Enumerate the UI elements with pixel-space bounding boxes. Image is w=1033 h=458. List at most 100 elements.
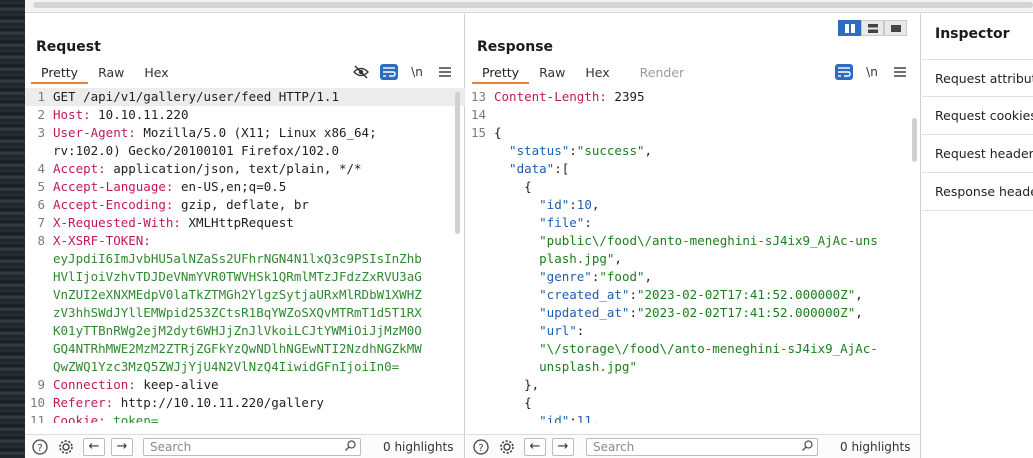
code-token: , xyxy=(644,143,653,158)
gear-icon[interactable] xyxy=(498,439,516,455)
newline-icon[interactable]: \n xyxy=(408,64,426,80)
code-token: "2023-02-02T17:41:52.000000Z" xyxy=(637,305,856,320)
response-line: 14 xyxy=(466,106,911,124)
inspector-item-request-headers[interactable]: Request headers xyxy=(922,135,1033,173)
line-code: "status":"success", xyxy=(494,142,652,160)
response-editor[interactable]: 13 Content-Length: 2395 14 15{ "status":"su… xyxy=(466,88,911,423)
code-token: keep-alive xyxy=(143,377,219,392)
line-code: VnZUI2eXNXMEdpV0laTkZTMGh2YlgzSytjaURxMl… xyxy=(53,286,422,304)
search-placeholder: Search xyxy=(593,440,635,454)
menu-icon[interactable] xyxy=(436,64,454,80)
wrap-icon[interactable] xyxy=(835,64,853,80)
request-line: 11 Cookie: token= xyxy=(25,412,465,423)
response-tab-raw[interactable]: Raw xyxy=(529,64,575,84)
request-scrollbar[interactable] xyxy=(455,92,460,234)
code-token: Cookie: xyxy=(53,413,114,423)
code-token: : xyxy=(629,287,637,302)
code-token: application/json, text/plain, */* xyxy=(113,161,362,176)
code-token: "updated_at" xyxy=(494,305,630,320)
line-code: "created_at":"2023-02-02T17:41:52.000000… xyxy=(494,286,863,304)
top-scroll-thumb[interactable] xyxy=(33,2,1033,8)
code-token: Mozilla/5.0 (X11; Linux x86_64; xyxy=(143,125,377,140)
response-scrollbar[interactable] xyxy=(912,118,917,162)
next-button[interactable]: → xyxy=(552,438,574,456)
wrap-icon[interactable] xyxy=(380,64,398,80)
request-title: Request xyxy=(36,39,101,55)
response-line: "updated_at":"2023-02-02T17:41:52.000000… xyxy=(466,304,911,322)
code-token: "2023-02-02T17:41:52.000000Z" xyxy=(637,287,856,302)
request-tab-raw[interactable]: Raw xyxy=(88,64,134,84)
help-icon[interactable]: ? xyxy=(31,439,49,455)
help-icon[interactable]: ? xyxy=(472,439,490,455)
response-line: { xyxy=(466,178,911,196)
response-bottom-bar: ? ← → Search 0 highlights xyxy=(466,434,920,458)
code-token: "id" xyxy=(494,413,570,423)
prev-button[interactable]: ← xyxy=(524,438,546,456)
request-editor[interactable]: 1 GET /api/v1/gallery/user/feed HTTP/1.1 2… xyxy=(25,88,465,423)
inspector-item-response-headers[interactable]: Response headers xyxy=(922,173,1033,211)
code-token: Accept: xyxy=(53,161,114,176)
response-line: "status":"success", xyxy=(466,142,911,160)
code-token: Accept-Language: xyxy=(53,179,181,194)
request-tab-hex[interactable]: Hex xyxy=(134,64,178,84)
code-token: { xyxy=(494,395,532,410)
request-line: 8 X-XSRF-TOKEN: xyxy=(25,232,465,250)
code-token: unsplash.jpg" xyxy=(494,359,637,374)
line-code: "file": xyxy=(494,214,592,232)
response-highlights-count: 0 highlights xyxy=(840,440,911,454)
code-token: "success" xyxy=(576,143,645,158)
inspector-item-request-attributes[interactable]: Request attributes xyxy=(922,59,1033,97)
request-line: QwZWQ1Yzc3MzQ5ZWJjYjU4N2VlNzQ4IiwidGFnIj… xyxy=(25,358,465,376)
line-code: Content-Length: 2395 xyxy=(494,88,645,106)
inspector-item-request-cookies[interactable]: Request cookies xyxy=(922,97,1033,135)
tabbed-icon[interactable] xyxy=(884,20,907,36)
response-tab-hex[interactable]: Hex xyxy=(575,64,619,84)
menu-icon[interactable] xyxy=(891,64,909,80)
search-icon xyxy=(345,439,356,455)
prev-button[interactable]: ← xyxy=(83,438,105,456)
code-token: : xyxy=(629,305,637,320)
request-line: 7 X-Requested-With: XMLHttpRequest xyxy=(25,214,465,232)
stacked-icon[interactable] xyxy=(861,20,884,36)
line-number: 2 xyxy=(37,107,45,122)
response-search-input[interactable]: Search xyxy=(586,438,818,456)
top-scrollbar[interactable] xyxy=(25,0,1033,13)
response-line: "created_at":"2023-02-02T17:41:52.000000… xyxy=(466,286,911,304)
line-code: Accept: application/json, text/plain, */… xyxy=(53,160,362,178)
line-code: User-Agent: Mozilla/5.0 (X11; Linux x86_… xyxy=(53,124,377,142)
response-line: 13 Content-Length: 2395 xyxy=(466,88,911,106)
response-tab-pretty[interactable]: Pretty xyxy=(472,64,530,84)
response-toolbar: \n xyxy=(835,64,909,80)
response-tab-render[interactable]: Render xyxy=(620,64,695,84)
request-line: zV3hhSWdJYllEMWpid253ZCtsR1BqYWZoSXQvMTR… xyxy=(25,304,465,322)
line-number: 11 xyxy=(29,413,45,423)
newline-icon[interactable]: \n xyxy=(863,64,881,80)
inspector-panel: Inspector Request attributes Request coo… xyxy=(922,14,1033,458)
response-line: 15 { xyxy=(466,124,911,142)
response-line: plash.jpg", xyxy=(466,250,911,268)
code-token: GQ4NTRhMWE2MzM2ZTRjZGFkYzQwNDlhNGEwNTI2N… xyxy=(53,341,422,356)
request-search-input[interactable]: Search xyxy=(143,438,361,456)
code-token: Connection: xyxy=(53,377,144,392)
request-tabs: Pretty Raw Hex xyxy=(31,64,179,84)
response-line: { xyxy=(466,394,911,412)
request-line: VnZUI2eXNXMEdpV0laTkZTMGh2YlgzSytjaURxMl… xyxy=(25,286,465,304)
line-code: "genre":"food", xyxy=(494,268,652,286)
line-code: rv:102.0) Gecko/20100101 Firefox/102.0 xyxy=(53,142,339,160)
inspector-title: Inspector xyxy=(935,26,1010,42)
code-token: K01yTTBnRWg2ejM2dyt6WHJjZnJlVkoiLCJtYWMi… xyxy=(53,323,422,338)
code-token: token= xyxy=(113,413,159,423)
line-code: unsplash.jpg" xyxy=(494,358,637,376)
line-code: eyJpdiI6ImJvbHU5alNZaSs2UFhrNGN4N1lxQ3c9… xyxy=(53,250,422,268)
code-token: "data" xyxy=(494,161,555,176)
gear-icon[interactable] xyxy=(57,439,75,455)
next-button[interactable]: → xyxy=(111,438,133,456)
search-icon xyxy=(802,439,813,455)
code-token: : xyxy=(576,323,585,338)
code-token: gzip, deflate, br xyxy=(180,197,309,212)
side-by-side-icon[interactable] xyxy=(838,20,861,36)
eye-slash-icon[interactable] xyxy=(352,64,370,80)
code-token: , xyxy=(591,197,600,212)
code-token: "id" xyxy=(494,197,570,212)
request-tab-pretty[interactable]: Pretty xyxy=(31,64,89,84)
